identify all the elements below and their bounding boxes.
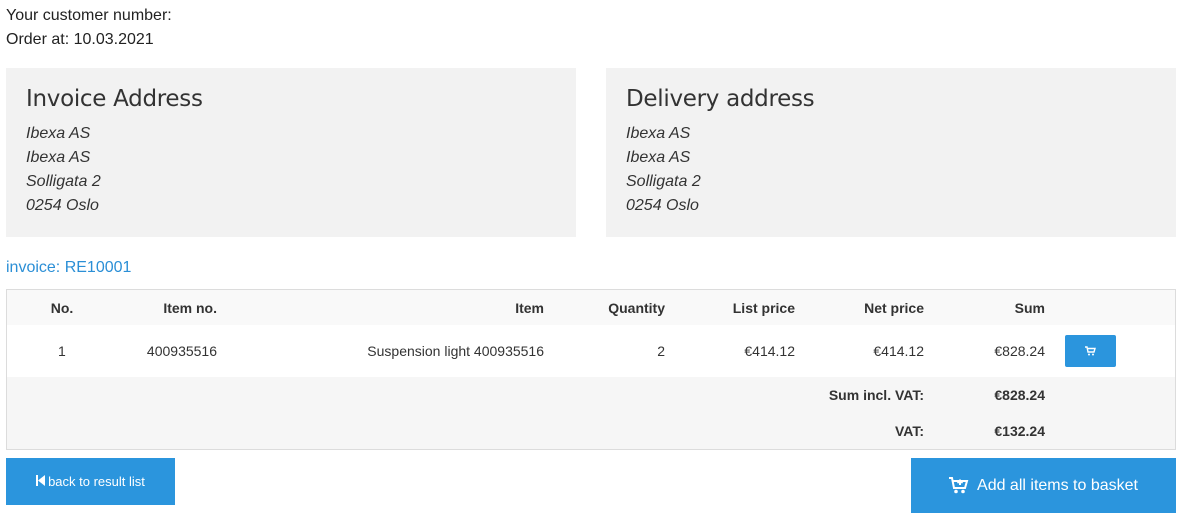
cell-sum: €828.24 [924, 325, 1045, 377]
cell-actions [1045, 325, 1175, 377]
sum-incl-vat-value: €828.24 [924, 377, 1045, 413]
cart-icon [1085, 346, 1096, 356]
delivery-address-panel: Delivery address Ibexa AS Ibexa AS Solli… [606, 68, 1176, 237]
invoice-link[interactable]: invoice: RE10001 [6, 259, 131, 277]
cart-plus-icon [949, 476, 969, 499]
cell-quantity: 2 [544, 325, 665, 377]
delivery-address-line: Ibexa AS [626, 149, 691, 166]
header-sum: Sum [924, 290, 1045, 325]
invoice-address-lines: Ibexa AS Ibexa AS Solligata 2 0254 Oslo [26, 122, 101, 218]
back-to-result-list-button[interactable]: back to result list [6, 458, 175, 505]
back-button-label: back to result list [48, 474, 145, 489]
add-all-items-to-basket-button[interactable]: Add all items to basket [911, 458, 1176, 513]
invoice-address-line: Solligata 2 [26, 173, 101, 190]
vat-row: VAT: €132.24 [7, 413, 1175, 449]
cell-no: 1 [7, 325, 117, 377]
delivery-address-lines: Ibexa AS Ibexa AS Solligata 2 0254 Oslo [626, 122, 701, 218]
invoice-address-line: 0254 Oslo [26, 197, 99, 214]
header-net-price: Net price [795, 290, 924, 325]
delivery-address-line: 0254 Oslo [626, 197, 699, 214]
sum-incl-vat-row: Sum incl. VAT: €828.24 [7, 377, 1175, 413]
invoice-address-panel: Invoice Address Ibexa AS Ibexa AS Sollig… [6, 68, 576, 237]
add-all-button-label: Add all items to basket [977, 476, 1138, 494]
invoice-address-line: Ibexa AS [26, 149, 91, 166]
header-actions [1045, 290, 1175, 325]
header-list-price: List price [665, 290, 795, 325]
order-items-table: No. Item no. Item Quantity List price Ne… [6, 289, 1176, 450]
delivery-address-line: Solligata 2 [626, 173, 701, 190]
cell-item: Suspension light 400935516 [217, 325, 544, 377]
delivery-address-line: Ibexa AS [626, 125, 691, 142]
header-item-no: Item no. [117, 290, 217, 325]
header-quantity: Quantity [544, 290, 665, 325]
cell-net-price: €414.12 [795, 325, 924, 377]
table-row: 1 400935516 Suspension light 400935516 2… [7, 325, 1175, 377]
table-header-row: No. Item no. Item Quantity List price Ne… [7, 290, 1175, 325]
cell-list-price: €414.12 [665, 325, 795, 377]
vat-value: €132.24 [924, 413, 1045, 449]
invoice-address-line: Ibexa AS [26, 125, 91, 142]
order-date-label: Order at: 10.03.2021 [6, 31, 154, 48]
invoice-address-title: Invoice Address [26, 86, 203, 112]
sum-incl-vat-label: Sum incl. VAT: [7, 377, 924, 413]
step-backward-icon [36, 474, 46, 489]
cell-item-no: 400935516 [117, 325, 217, 377]
header-no: No. [7, 290, 117, 325]
header-item: Item [217, 290, 544, 325]
delivery-address-title: Delivery address [626, 86, 815, 112]
vat-label: VAT: [7, 413, 924, 449]
customer-number-label: Your customer number: [6, 7, 172, 24]
add-to-basket-button[interactable] [1065, 335, 1116, 367]
